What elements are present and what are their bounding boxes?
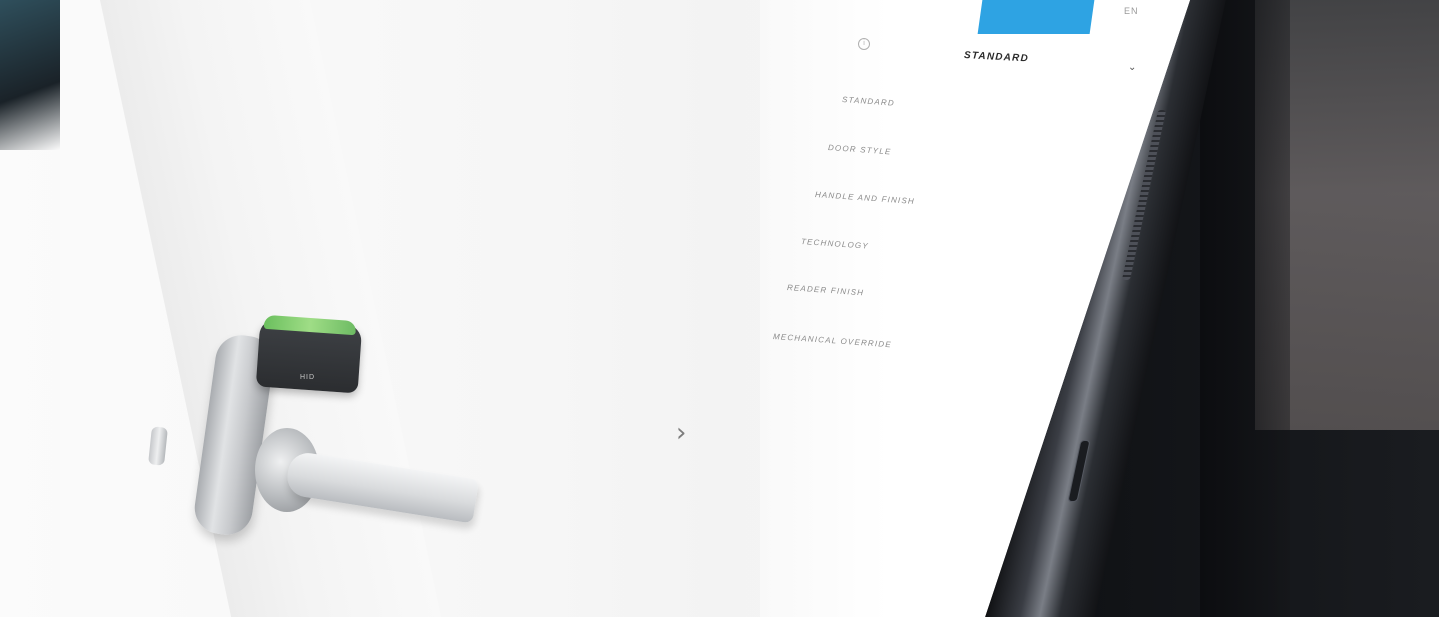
door-frame [100,0,442,617]
tablet-screen: HID › [0,0,1190,617]
photo-scene: HID › EN i STANDARD ⌄ STANDARD DOOR STYL… [0,0,1439,617]
chevron-right-icon[interactable]: › [676,420,686,446]
screen-edge-shadow [0,0,60,150]
reader-logo: HID [300,374,316,381]
door-latch [148,426,168,466]
language-switch[interactable]: EN [1124,6,1139,16]
info-icon[interactable]: i [858,38,870,50]
primary-action-button[interactable] [977,0,1095,34]
chevron-down-icon[interactable]: ⌄ [1128,62,1136,73]
background-shadow [1200,0,1290,617]
